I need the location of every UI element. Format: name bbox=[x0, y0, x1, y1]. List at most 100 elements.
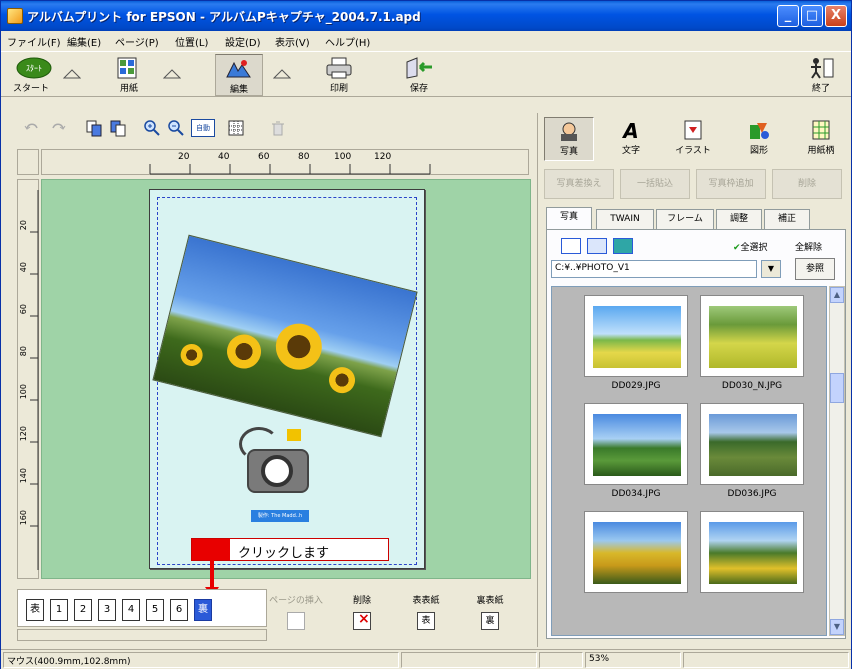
ruler-label: 140 bbox=[19, 468, 28, 484]
page-strip-scrollbar[interactable] bbox=[17, 629, 267, 641]
delete-page-button[interactable]: 削除 × bbox=[333, 593, 391, 637]
photo-thumbnail[interactable] bbox=[584, 295, 688, 377]
select-all-button[interactable]: ✔全選択 bbox=[733, 240, 768, 253]
scroll-down-icon[interactable]: ▼ bbox=[830, 619, 844, 635]
camera-lens-shape bbox=[261, 455, 293, 487]
page-thumb[interactable]: 5 bbox=[146, 599, 164, 621]
menu-help[interactable]: ヘルプ(H) bbox=[325, 34, 370, 49]
zoom-out-icon[interactable] bbox=[167, 119, 185, 137]
menu-edit[interactable]: 編集(E) bbox=[67, 34, 101, 49]
menu-view[interactable]: 表示(V) bbox=[275, 34, 310, 49]
page-thumb-front[interactable]: 表 bbox=[26, 599, 44, 621]
save-button[interactable]: 保存 bbox=[395, 54, 443, 96]
paper-icon bbox=[114, 56, 144, 80]
page-strip: 表 1 2 3 4 5 6 裏 bbox=[17, 589, 267, 627]
text-tool-icon: A bbox=[623, 119, 639, 143]
folder-path-field[interactable]: C:¥..¥PHOTO_V1 bbox=[551, 260, 757, 278]
save-label: 保存 bbox=[409, 84, 428, 94]
title-bar[interactable]: アルバムプリント for EPSON - アルバムPキャプチャ_2004.7.1… bbox=[1, 1, 851, 31]
close-button[interactable]: X bbox=[825, 5, 847, 27]
thumbnail-scrollbar[interactable]: ▲ ▼ bbox=[829, 286, 845, 636]
text-tool-button[interactable]: A 文字 bbox=[606, 117, 656, 161]
trash-icon[interactable] bbox=[269, 119, 287, 137]
thumbnail-image bbox=[593, 522, 681, 584]
page-thumb-back[interactable]: 裏 bbox=[194, 599, 212, 621]
thumbnail-image bbox=[593, 414, 681, 476]
tab-adjust[interactable]: 調整 bbox=[716, 209, 762, 229]
page-thumb[interactable]: 1 bbox=[50, 599, 68, 621]
auto-zoom-button[interactable]: 自動 bbox=[191, 119, 215, 137]
ruler-label: 60 bbox=[19, 304, 28, 315]
menu-file[interactable]: ファイル(F) bbox=[7, 34, 61, 49]
copy-icon[interactable] bbox=[85, 119, 103, 137]
maximize-button[interactable]: □ bbox=[801, 5, 823, 27]
deselect-all-button[interactable]: 全解除 bbox=[795, 240, 822, 253]
save-icon bbox=[404, 56, 434, 80]
redo-icon[interactable] bbox=[49, 119, 67, 137]
edit-toolbar: 自動 bbox=[1, 113, 533, 141]
print-label: 印刷 bbox=[329, 84, 348, 94]
zoom-status: 53% bbox=[585, 652, 681, 668]
illust-tool-button[interactable]: イラスト bbox=[668, 117, 718, 161]
front-cover-button[interactable]: 表表紙 表 bbox=[397, 593, 455, 637]
page-thumb[interactable]: 6 bbox=[170, 599, 188, 621]
print-button[interactable]: 印刷 bbox=[315, 54, 363, 96]
main-toolbar: ｽﾀｰﾄ スタート 用紙 編集 印刷 保存 終了 bbox=[1, 51, 851, 97]
tab-correct[interactable]: 補正 bbox=[764, 209, 810, 229]
thumbnail-grid: DD029.JPG DD030_N.JPG DD034.JPG DD036.JP… bbox=[551, 286, 827, 636]
tab-twain[interactable]: TWAIN bbox=[596, 209, 654, 229]
sunflower-shape bbox=[326, 364, 358, 396]
menu-position[interactable]: 位置(L) bbox=[175, 34, 208, 49]
menu-settings[interactable]: 設定(D) bbox=[225, 34, 261, 49]
exit-button[interactable]: 終了 bbox=[797, 54, 845, 96]
view-small-icon[interactable] bbox=[561, 238, 581, 254]
tab-photo[interactable]: 写真 bbox=[546, 207, 592, 230]
view-medium-icon[interactable] bbox=[587, 238, 607, 254]
view-mode-group bbox=[557, 238, 657, 256]
replace-photo-button[interactable]: 写真差換え bbox=[544, 169, 614, 199]
zoom-in-icon[interactable] bbox=[143, 119, 161, 137]
page-thumb[interactable]: 4 bbox=[122, 599, 140, 621]
app-window: アルバムプリント for EPSON - アルバムPキャプチャ_2004.7.1… bbox=[0, 0, 852, 669]
shape-tool-button[interactable]: 図形 bbox=[734, 117, 784, 161]
photo-thumbnail[interactable] bbox=[584, 403, 688, 485]
insert-page-button[interactable]: ページの挿入 bbox=[267, 593, 325, 637]
folder-dropdown-icon[interactable]: ▼ bbox=[761, 260, 781, 278]
view-large-icon[interactable] bbox=[613, 238, 633, 254]
minimize-button[interactable]: _ bbox=[777, 5, 799, 27]
edit-button[interactable]: 編集 bbox=[215, 54, 263, 96]
delete-photo-button[interactable]: 削除 bbox=[772, 169, 842, 199]
photo-tool-button[interactable]: 写真 bbox=[544, 117, 594, 161]
sunflower-shape bbox=[178, 341, 205, 369]
start-button[interactable]: ｽﾀｰﾄ スタート bbox=[7, 54, 55, 96]
photo-thumbnail[interactable] bbox=[700, 511, 804, 593]
photo-thumbnail[interactable] bbox=[700, 295, 804, 377]
scroll-thumb[interactable] bbox=[830, 373, 844, 403]
page-thumb[interactable]: 3 bbox=[98, 599, 116, 621]
add-frame-button[interactable]: 写真枠追加 bbox=[696, 169, 766, 199]
name-tag[interactable]: 製作: The Madd..h bbox=[251, 510, 309, 522]
back-cover-button[interactable]: 裏表紙 裏 bbox=[461, 593, 519, 637]
batch-paste-button[interactable]: 一括貼込 bbox=[620, 169, 690, 199]
tab-frame[interactable]: フレーム bbox=[656, 209, 714, 229]
scroll-up-icon[interactable]: ▲ bbox=[830, 287, 844, 303]
ruler-label: 80 bbox=[298, 152, 310, 162]
photo-thumbnail[interactable] bbox=[700, 403, 804, 485]
app-icon bbox=[7, 8, 23, 24]
edit-label: 編集 bbox=[229, 85, 248, 95]
mouse-position-status: マウス(400.9mm,102.8mm) bbox=[3, 652, 399, 668]
paper-button[interactable]: 用紙 bbox=[105, 54, 153, 96]
shape-tool-label: 図形 bbox=[749, 146, 768, 156]
paste-icon[interactable] bbox=[109, 119, 127, 137]
flow-arrow-icon bbox=[63, 69, 81, 79]
grid-icon[interactable] bbox=[227, 119, 245, 137]
browse-button[interactable]: 参照 bbox=[795, 258, 835, 280]
callout-marker bbox=[192, 539, 230, 560]
menu-page[interactable]: ページ(P) bbox=[115, 34, 159, 49]
page-thumb[interactable]: 2 bbox=[74, 599, 92, 621]
pattern-tool-button[interactable]: 用紙柄 bbox=[796, 117, 846, 161]
undo-icon[interactable] bbox=[23, 119, 41, 137]
photo-thumbnail[interactable] bbox=[584, 511, 688, 593]
flow-arrow-icon bbox=[163, 69, 181, 79]
ruler-label: 80 bbox=[19, 346, 28, 357]
